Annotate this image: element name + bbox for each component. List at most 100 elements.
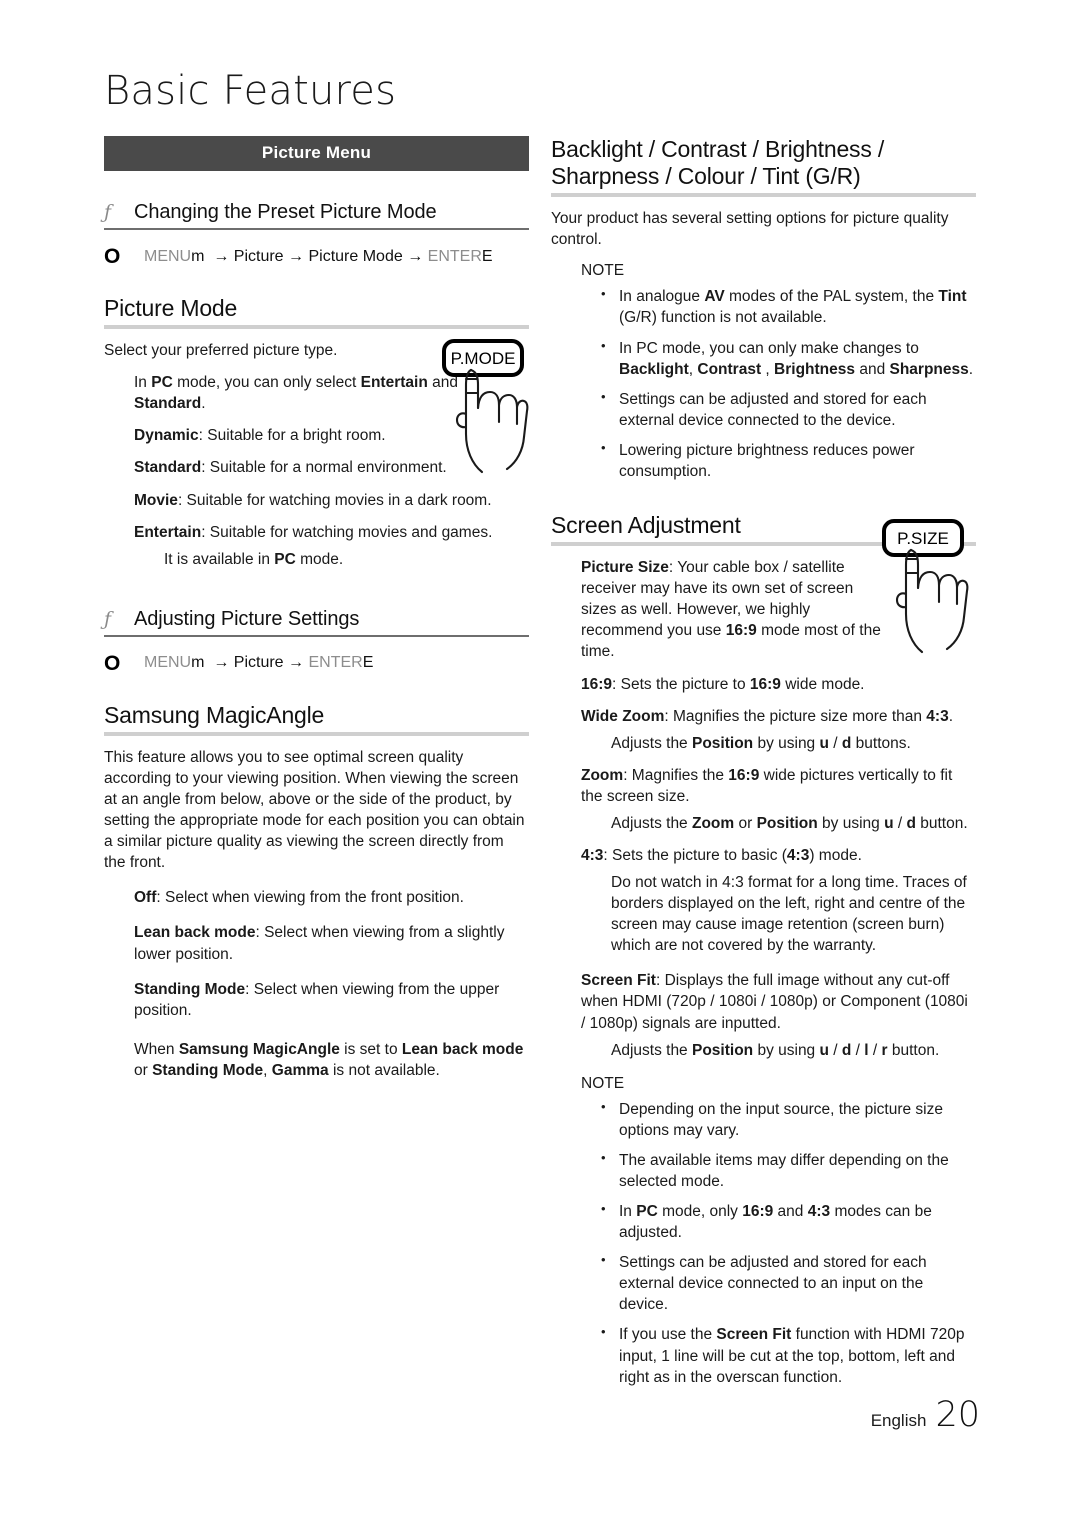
text-post: is not available. — [328, 1061, 440, 1079]
term-16-9: 16:9 — [728, 766, 760, 784]
note-item: Lowering picture brightness reduces powe… — [599, 439, 976, 482]
item-desc: : Suitable for a bright room. — [198, 427, 386, 445]
item-term: Standing Mode — [134, 980, 246, 998]
term-4-3: 4:3 — [926, 707, 949, 725]
picture-mode-item: Movie: Suitable for watching movies in a… — [134, 490, 529, 511]
term-4-3: 4:3 — [807, 1203, 831, 1221]
note-item: Depending on the input source, the pictu… — [599, 1098, 976, 1141]
note-item: The available items may differ depending… — [599, 1149, 976, 1192]
zoom-sub-note: Adjusts the Zoom or Position by using u … — [611, 813, 976, 834]
note-item: In PC mode, only 16:9 and 4:3 modes can … — [599, 1200, 976, 1243]
magicangle-item: Standing Mode: Select when viewing from … — [134, 979, 529, 1021]
text-sep1: / — [828, 1041, 842, 1059]
item-term: Dynamic — [134, 427, 199, 445]
term-contrast: Contrast — [697, 360, 762, 378]
magicangle-intro: This feature allows you to see optimal s… — [104, 748, 525, 872]
picture-menu-bar: Picture Menu — [104, 136, 529, 171]
text-post: . — [201, 395, 206, 413]
text-sep3: / — [868, 1041, 882, 1059]
item-desc: : Suitable for watching movies in a dark… — [177, 491, 492, 509]
manual-page: Basic Features Picture Menu ƒ Changing t… — [0, 0, 1080, 1519]
text-mid2: or — [134, 1061, 153, 1079]
text-mid2: , — [761, 360, 775, 378]
term-av: AV — [704, 288, 725, 306]
term-brightness: Brightness — [774, 360, 856, 378]
text-post: (G/R) function is not available. — [619, 309, 827, 327]
text-pre: Adjusts the — [611, 1041, 692, 1059]
term-standing-mode: Standing Mode — [152, 1061, 264, 1079]
remote-key-label: P.MODE — [451, 349, 516, 368]
text-pre: Adjusts the — [611, 734, 692, 752]
item-term: Wide Zoom — [581, 707, 665, 725]
page-title: Basic Features — [104, 68, 397, 114]
text-mid3: and — [855, 360, 890, 378]
item-term: 16:9 — [581, 675, 613, 693]
text-pre: In PC mode, you can only make changes to — [619, 339, 919, 357]
term-sharpness: Sharpness — [889, 360, 969, 378]
text-sep2: / — [851, 1041, 865, 1059]
f-marker-icon: ƒ — [104, 607, 112, 630]
heading-line-2: Sharpness / Colour / Tint (G/R) — [551, 163, 861, 190]
term-tint: Tint — [938, 288, 967, 306]
text-pre: It is available in — [164, 550, 275, 568]
item-desc: : Suitable for watching movies and games… — [201, 523, 493, 541]
text-mid2: and — [773, 1203, 808, 1221]
text-pre: In — [134, 374, 152, 392]
menu-word: MENU — [144, 247, 192, 265]
text-mid: by using — [753, 1041, 820, 1059]
f-marker-icon: ƒ — [104, 201, 112, 223]
backlight-note-list: In analogue AV modes of the PAL system, … — [551, 285, 976, 482]
term-pc: PC — [636, 1203, 658, 1221]
text-post: button. — [887, 1041, 940, 1059]
text-pre: Adjusts the — [611, 814, 692, 832]
magicangle-item: Lean back mode: Select when viewing from… — [134, 922, 529, 964]
term-magicangle: Samsung MagicAngle — [178, 1040, 340, 1058]
term-pc: PC — [151, 374, 173, 392]
heading-label: Adjusting Picture Settings — [134, 607, 360, 630]
item-desc-post: wide mode. — [780, 675, 865, 693]
magicangle-item: Off: Select when viewing from the front … — [134, 887, 529, 908]
menu-step-1: Picture — [233, 654, 284, 672]
key-down-icon: d — [841, 1041, 852, 1059]
item-term: Standard — [134, 459, 202, 477]
remote-key-illustration-psize: P.SIZE — [877, 518, 973, 656]
mode-item-4-3: 4:3: Sets the picture to basic (4:3) mod… — [581, 845, 976, 866]
note-item: Settings can be adjusted and stored for … — [599, 388, 976, 431]
text-pre: In — [619, 1203, 637, 1221]
term-backlight: Backlight — [619, 360, 689, 378]
ratio-4-3-sub-note: Do not watch in 4:3 format for a long ti… — [611, 874, 967, 955]
heading-changing-preset-picture-mode: ƒ Changing the Preset Picture Mode — [104, 201, 529, 230]
picture-size-item: Picture Size: Your cable box / satellite… — [581, 557, 881, 662]
term-position: Position — [692, 1041, 754, 1059]
term-16-9: 16:9 — [725, 622, 757, 640]
footer-language: English — [870, 1411, 927, 1430]
mode-item-zoom: Zoom: Magnifies the 16:9 wide pictures v… — [581, 765, 976, 807]
footer-page-number: 20 — [935, 1395, 980, 1435]
text-mid3: , — [263, 1061, 272, 1079]
item-desc-pre: : Sets the picture to basic ( — [603, 847, 787, 865]
menu-glyph-icon: m — [191, 247, 205, 265]
term-pc: PC — [274, 550, 296, 568]
text-mid: by using — [753, 734, 820, 752]
item-term: Lean back mode — [134, 924, 256, 942]
term-screen-fit: Screen Fit — [716, 1326, 792, 1344]
enter-word: ENTER — [427, 247, 482, 265]
text-sep: / — [828, 734, 842, 752]
remote-key-illustration-pmode: P.MODE — [437, 338, 533, 476]
enter-word: ENTER — [308, 654, 363, 672]
term-4-3: 4:3 — [786, 847, 810, 865]
key-up-icon: u — [819, 1041, 829, 1059]
arrow-icon-2: → — [288, 247, 305, 265]
mode-item-16-9: 16:9: Sets the picture to 16:9 wide mode… — [581, 674, 881, 695]
backlight-intro: Your product has several setting options… — [551, 210, 949, 249]
item-desc: : Suitable for a normal environment. — [201, 459, 447, 477]
text-post: mode. — [295, 550, 344, 568]
text-pre: If you use the — [619, 1326, 717, 1344]
text-sep: / — [893, 814, 907, 832]
picture-mode-pc-availability: It is available in PC mode. — [164, 549, 529, 570]
term-16-9: 16:9 — [742, 1203, 774, 1221]
menu-glyph-icon: m — [191, 654, 205, 672]
note-item: Settings can be adjusted and stored for … — [599, 1251, 976, 1315]
key-up-icon: u — [819, 734, 829, 752]
mode-item-wide-zoom: Wide Zoom: Magnifies the picture size mo… — [581, 706, 976, 727]
